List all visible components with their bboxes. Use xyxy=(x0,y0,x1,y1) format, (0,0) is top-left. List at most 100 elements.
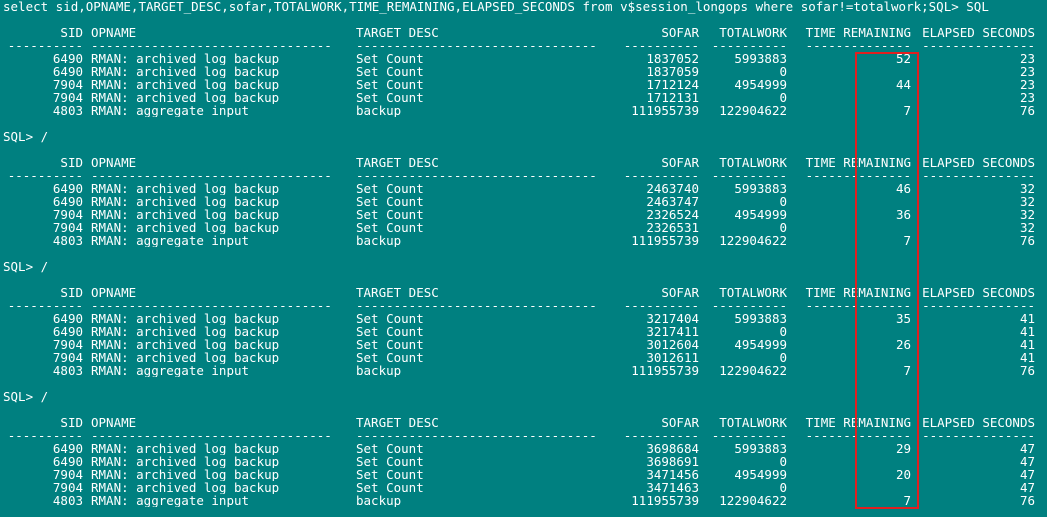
sql-prompt: SQL> / xyxy=(3,389,49,404)
cell-sofar: 3217411 xyxy=(646,325,699,338)
table-row: 7904 RMAN: archived log backup Set Count 23… xyxy=(3,221,1047,234)
cell-opname: RMAN: aggregate input xyxy=(91,494,250,507)
cell-elapsed: 32 xyxy=(1019,208,1035,221)
table-row: 6490 RMAN: archived log backup Set Count 24… xyxy=(3,182,1047,195)
cell-elapsed: 32 xyxy=(1019,221,1035,234)
cell-target: Set Count xyxy=(356,442,424,455)
column-header-sofar: SOFAR xyxy=(661,416,699,429)
cell-target: Set Count xyxy=(356,481,424,494)
cell-elapsed: 76 xyxy=(1019,364,1035,377)
cell-target: Set Count xyxy=(356,468,424,481)
column-header-sid: SID xyxy=(60,416,83,429)
result-blocks: SID OPNAME TARGET_DESC SOFAR TOTALWORK TIME_R… xyxy=(3,26,1047,517)
separator-target: -------------------------------- xyxy=(356,169,597,182)
cell-totalwork: 122904622 xyxy=(719,104,787,117)
cell-elapsed: 41 xyxy=(1019,325,1035,338)
cell-time_remaining: 20 xyxy=(895,468,911,481)
cell-target: backup xyxy=(356,494,402,507)
cell-sid: 7904 xyxy=(52,351,83,364)
cell-time_remaining: 46 xyxy=(895,182,911,195)
cell-elapsed: 41 xyxy=(1019,351,1035,364)
table-row: 7904 RMAN: archived log backup Set Count 17… xyxy=(3,91,1047,104)
table-row: 7904 RMAN: archived log backup Set Count 17… xyxy=(3,78,1047,91)
column-header-target: TARGET_DESC xyxy=(356,26,439,39)
cell-time_remaining: 7 xyxy=(903,104,911,117)
table-row: 6490 RMAN: archived log backup Set Count 32… xyxy=(3,325,1047,338)
cell-sofar: 111955739 xyxy=(631,234,699,247)
cell-target: Set Count xyxy=(356,182,424,195)
cell-target: backup xyxy=(356,104,402,117)
sql-prompt: SQL> / xyxy=(3,129,49,144)
table-row: 6490 RMAN: archived log backup Set Count 18… xyxy=(3,52,1047,65)
cell-totalwork: 0 xyxy=(779,455,787,468)
column-header-time_remaining: TIME_REMAINING xyxy=(805,286,911,299)
column-header-time_remaining: TIME_REMAINING xyxy=(805,156,911,169)
cell-sid: 4803 xyxy=(52,104,83,117)
cell-totalwork: 122904622 xyxy=(719,364,787,377)
separator-totalwork: ---------- xyxy=(711,299,787,312)
terminal-output[interactable]: select sid,OPNAME,TARGET_DESC,sofar,TOTA… xyxy=(3,0,1047,517)
table-row: 4803 RMAN: aggregate input backup 111955739… xyxy=(3,104,1047,117)
cell-opname: RMAN: archived log backup xyxy=(91,195,280,208)
cell-sofar: 3698691 xyxy=(646,455,699,468)
cell-target: Set Count xyxy=(356,325,424,338)
separator-sid: ---------- xyxy=(7,429,83,442)
separator-sofar: ---------- xyxy=(623,299,699,312)
column-header-sofar: SOFAR xyxy=(661,156,699,169)
cell-elapsed: 76 xyxy=(1019,494,1035,507)
cell-time_remaining: 35 xyxy=(895,312,911,325)
separator-elapsed: --------------- xyxy=(922,39,1035,52)
cell-elapsed: 23 xyxy=(1019,65,1035,78)
separator-sofar: ---------- xyxy=(623,39,699,52)
cell-totalwork: 122904622 xyxy=(719,234,787,247)
cell-sofar: 2326524 xyxy=(646,208,699,221)
cell-opname: RMAN: archived log backup xyxy=(91,91,280,104)
separator-sofar: ---------- xyxy=(623,169,699,182)
cell-opname: RMAN: archived log backup xyxy=(91,455,280,468)
cell-sofar: 3471463 xyxy=(646,481,699,494)
separator-opname: -------------------------------- xyxy=(91,299,332,312)
column-header-time_remaining: TIME_REMAINING xyxy=(805,26,911,39)
cell-elapsed: 32 xyxy=(1019,182,1035,195)
column-header-elapsed: ELAPSED_SECONDS xyxy=(922,416,1035,429)
cell-time_remaining xyxy=(795,65,911,78)
cell-sid: 6490 xyxy=(52,442,83,455)
separator-opname: -------------------------------- xyxy=(91,169,332,182)
table-row: 7904 RMAN: archived log backup Set Count 34… xyxy=(3,481,1047,494)
cell-sofar: 111955739 xyxy=(631,104,699,117)
cell-opname: RMAN: archived log backup xyxy=(91,208,280,221)
column-header-row: SID OPNAME TARGET_DESC SOFAR TOTALWORK TIME_R… xyxy=(3,416,1047,429)
separator-time_remaining: -------------- xyxy=(805,429,911,442)
separator-elapsed: --------------- xyxy=(922,169,1035,182)
query-line: select sid,OPNAME,TARGET_DESC,sofar,TOTA… xyxy=(3,0,989,14)
cell-totalwork: 4954999 xyxy=(734,338,787,351)
sql-prompt: SQL> / xyxy=(3,259,49,274)
cell-totalwork: 122904622 xyxy=(719,494,787,507)
cell-sid: 7904 xyxy=(52,78,83,91)
cell-time_remaining: 7 xyxy=(903,494,911,507)
column-header-sid: SID xyxy=(60,286,83,299)
cell-time_remaining: 36 xyxy=(895,208,911,221)
cell-sid: 7904 xyxy=(52,468,83,481)
cell-sofar: 1837059 xyxy=(646,65,699,78)
cell-sofar: 111955739 xyxy=(631,494,699,507)
cell-opname: RMAN: archived log backup xyxy=(91,312,280,325)
cell-sid: 4803 xyxy=(52,494,83,507)
cell-sid: 7904 xyxy=(52,221,83,234)
cell-time_remaining: 7 xyxy=(903,234,911,247)
column-header-time_remaining: TIME_REMAINING xyxy=(805,416,911,429)
cell-totalwork: 4954999 xyxy=(734,78,787,91)
column-header-opname: OPNAME xyxy=(91,156,137,169)
cell-elapsed: 47 xyxy=(1019,481,1035,494)
table-row: 7904 RMAN: archived log backup Set Count 30… xyxy=(3,338,1047,351)
cell-opname: RMAN: archived log backup xyxy=(91,52,280,65)
column-header-elapsed: ELAPSED_SECONDS xyxy=(922,286,1035,299)
separator-target: -------------------------------- xyxy=(356,39,597,52)
table-row: 4803 RMAN: aggregate input backup 111955739… xyxy=(3,364,1047,377)
column-header-elapsed: ELAPSED_SECONDS xyxy=(922,156,1035,169)
cell-opname: RMAN: aggregate input xyxy=(91,104,250,117)
column-header-sofar: SOFAR xyxy=(661,286,699,299)
